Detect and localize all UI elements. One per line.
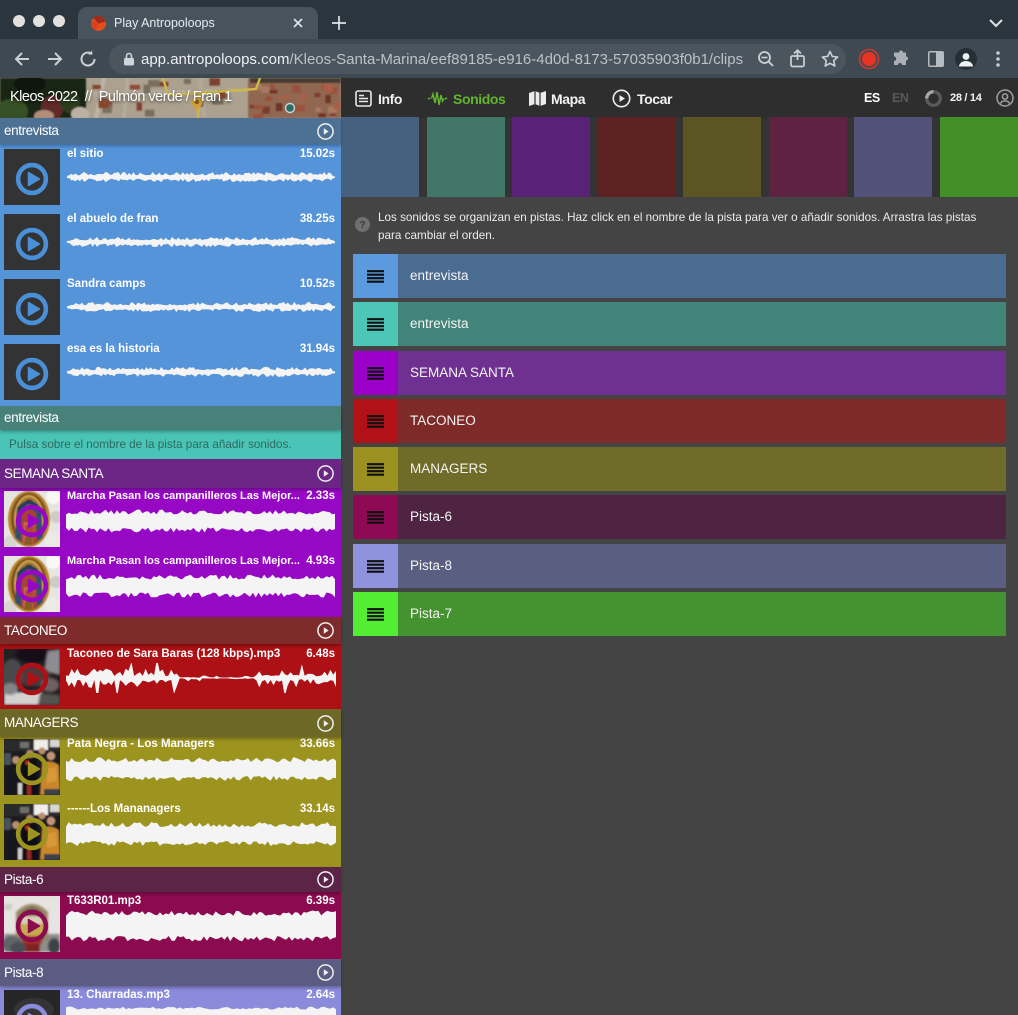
svg-text:?: ?: [359, 220, 365, 231]
